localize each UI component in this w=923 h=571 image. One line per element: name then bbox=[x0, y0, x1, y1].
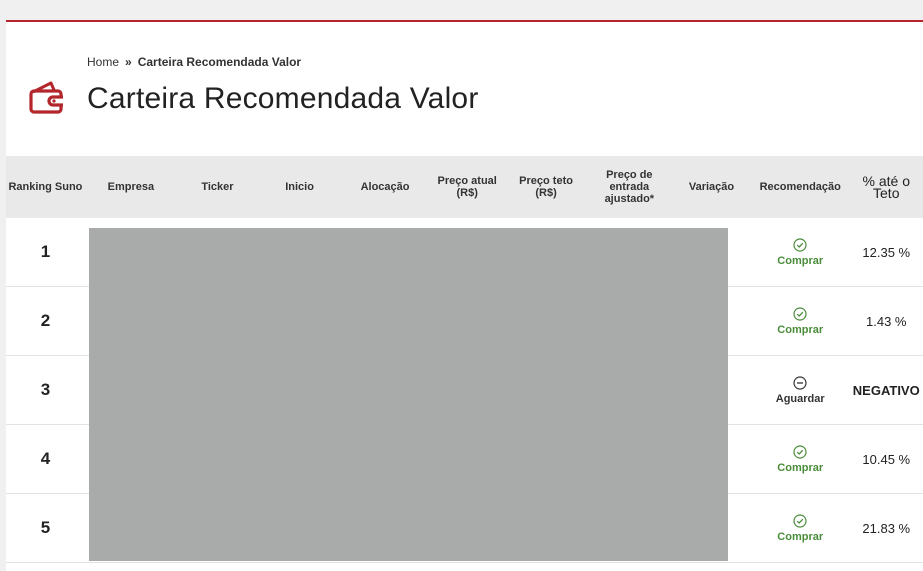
breadcrumb-current: Carteira Recomendada Valor bbox=[137, 55, 302, 69]
recommendation-badge: Comprar bbox=[777, 237, 824, 267]
col-empresa[interactable]: Empresa bbox=[84, 156, 177, 218]
table-header-row: Ranking Suno Empresa Ticker Inicio Aloca… bbox=[6, 156, 923, 218]
col-ranking[interactable]: Ranking Suno bbox=[6, 156, 85, 218]
recommendation-cell: Comprar bbox=[750, 218, 850, 287]
rank-cell: 4 bbox=[6, 424, 85, 494]
check-circle-icon bbox=[793, 237, 807, 252]
check-circle-icon bbox=[793, 444, 807, 459]
page-title: Carteira Recomendada Valor bbox=[87, 82, 479, 115]
breadcrumb-home-link[interactable]: Home bbox=[87, 55, 119, 69]
pct-to-ceiling-cell: 10.45 % bbox=[849, 424, 923, 494]
recommendation-badge: Comprar bbox=[777, 306, 824, 336]
col-recomendacao[interactable]: Recomendação bbox=[750, 156, 850, 218]
recommendation-label: Aguardar bbox=[775, 392, 825, 405]
recommendation-cell: Comprar bbox=[750, 424, 850, 494]
recommendation-badge: Comprar bbox=[777, 444, 824, 474]
breadcrumb: Home » Carteira Recomendada Valor bbox=[87, 55, 301, 69]
pct-to-ceiling-cell: NEGATIVO bbox=[849, 355, 923, 425]
col-inicio[interactable]: Inicio bbox=[257, 156, 342, 218]
recommendation-cell: Comprar bbox=[750, 493, 850, 563]
rank-cell: 3 bbox=[6, 355, 85, 425]
col-ticker[interactable]: Ticker bbox=[176, 156, 258, 218]
pct-to-ceiling-cell: 1.43 % bbox=[849, 286, 923, 356]
portfolio-card: Home » Carteira Recomendada Valor Carteira… bbox=[6, 20, 923, 571]
minus-circle-icon bbox=[793, 375, 807, 390]
check-circle-icon bbox=[793, 306, 807, 321]
rank-cell: 5 bbox=[6, 493, 85, 563]
recommendation-cell: Aguardar bbox=[750, 355, 850, 425]
col-ate-teto[interactable]: % até o Teto bbox=[849, 156, 923, 218]
col-variacao[interactable]: Variação bbox=[672, 156, 751, 218]
col-preco-teto[interactable]: Preço teto (R$) bbox=[505, 156, 587, 218]
redaction-block bbox=[89, 228, 728, 561]
recommendation-badge: Comprar bbox=[777, 513, 824, 543]
col-preco-entrada[interactable]: Preço de entrada ajustado* bbox=[586, 156, 673, 218]
wallet-icon bbox=[29, 81, 63, 114]
recommendation-badge: Aguardar bbox=[775, 375, 825, 405]
pct-to-ceiling-cell: 12.35 % bbox=[849, 218, 923, 287]
recommendation-cell: Comprar bbox=[750, 286, 850, 356]
pct-to-ceiling-cell: 21.83 % bbox=[849, 493, 923, 563]
rank-cell: 1 bbox=[6, 218, 85, 287]
col-preco-atual[interactable]: Preço atual (R$) bbox=[428, 156, 506, 218]
breadcrumb-separator: » bbox=[125, 55, 132, 69]
rank-cell: 2 bbox=[6, 286, 85, 356]
recommendation-label: Comprar bbox=[777, 254, 824, 267]
check-circle-icon bbox=[793, 513, 807, 528]
recommendation-label: Comprar bbox=[777, 530, 824, 543]
recommendation-label: Comprar bbox=[777, 461, 824, 474]
recommendation-label: Comprar bbox=[777, 323, 824, 336]
col-alocacao[interactable]: Alocação bbox=[341, 156, 429, 218]
